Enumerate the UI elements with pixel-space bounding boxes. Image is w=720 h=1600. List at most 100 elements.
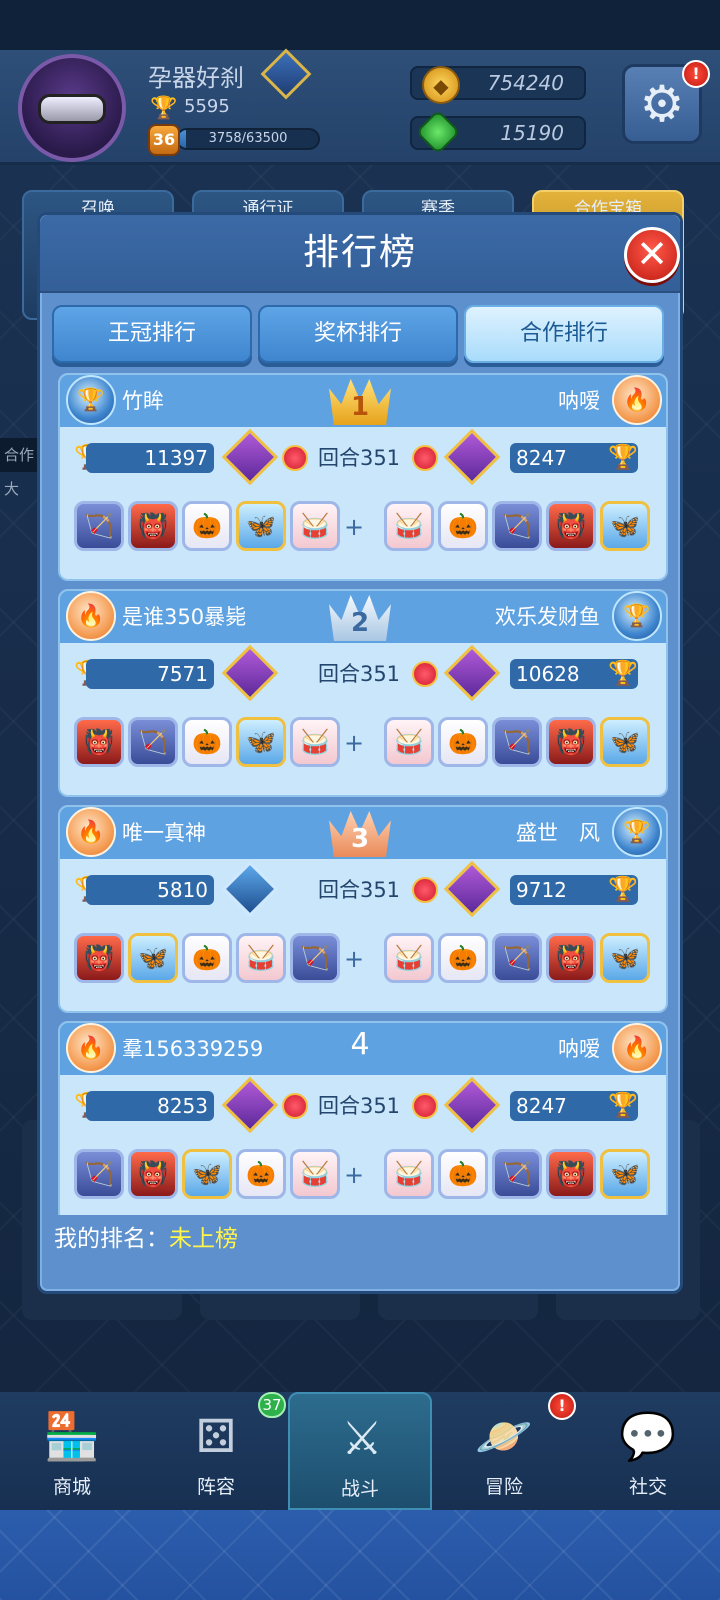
dice-icon: ⚄ (196, 1409, 236, 1463)
left-trophy-count: 11397 (86, 443, 214, 473)
drum-card-icon[interactable]: 🥁 (384, 933, 434, 983)
ranking-entry[interactable]: 🔥是谁350暴毙🏆欢乐发财鱼2🏆7571回合35110628🏆👹🏹🎃🦋🥁+🥁🎃🏹… (58, 589, 668, 797)
level-badge: 36 (148, 124, 180, 156)
ranking-list[interactable]: 🏆竹眸🔥呐嗳1🏆11397回合3518247🏆🏹👹🎃🦋🥁+🥁🎃🏹👹🦋🔥是谁350… (58, 373, 668, 1215)
rank-number: 2 (350, 608, 370, 638)
ranking-entry[interactable]: 🔥羣156339259🔥呐嗳4🏆8253回合3518247🏆🏹👹🦋🎃🥁+🥁🎃🏹👹… (58, 1021, 668, 1215)
archer-card-icon[interactable]: 🏹 (492, 717, 542, 767)
pumpkin-card-icon[interactable]: 🎃 (438, 933, 488, 983)
butterfly-card-icon[interactable]: 🦋 (236, 717, 286, 767)
heart-icon (412, 1093, 438, 1119)
nav-label: 社交 (628, 1476, 667, 1498)
pumpkin-card-icon[interactable]: 🎃 (236, 1149, 286, 1199)
butterfly-card-icon[interactable]: 🦋 (182, 1149, 232, 1199)
tab-coop-ranking[interactable]: 合作排行 (464, 305, 664, 363)
player-right-name: 盛世 风 (516, 821, 600, 845)
player-left-name: 竹眸 (122, 389, 164, 413)
blue-trophy-avatar[interactable]: 🏆 (612, 807, 662, 857)
pumpkin-card-icon[interactable]: 🎃 (438, 1149, 488, 1199)
drum-card-icon[interactable]: 🥁 (236, 933, 286, 983)
orange-flame-avatar[interactable]: 🔥 (612, 1023, 662, 1073)
ranking-entry[interactable]: 🏆竹眸🔥呐嗳1🏆11397回合3518247🏆🏹👹🎃🦋🥁+🥁🎃🏹👹🦋 (58, 373, 668, 581)
trophy-count: 5595 (184, 96, 230, 117)
bg-banner: 合作大 (0, 438, 42, 498)
drum-card-icon[interactable]: 🥁 (384, 1149, 434, 1199)
demon-card-icon[interactable]: 👹 (546, 933, 596, 983)
nav-label: 战斗 (340, 1478, 379, 1500)
archer-card-icon[interactable]: 🏹 (74, 1149, 124, 1199)
drum-card-icon[interactable]: 🥁 (290, 501, 340, 551)
close-icon: ✕ (636, 232, 668, 276)
rank-emblem-icon (221, 644, 279, 702)
blue-trophy-avatar[interactable]: 🏆 (612, 591, 662, 641)
rank-emblem-icon (221, 1076, 279, 1134)
demon-card-icon[interactable]: 👹 (74, 933, 124, 983)
nav-social[interactable]: 💬 社交 (576, 1392, 720, 1510)
player-name: 孕器好刹 (148, 64, 244, 92)
orange-flame-avatar[interactable]: 🔥 (66, 591, 116, 641)
tab-crown-ranking[interactable]: 王冠排行 (52, 305, 252, 363)
pumpkin-card-icon[interactable]: 🎃 (438, 717, 488, 767)
gold-coin-icon: ◆ (422, 66, 460, 104)
orange-flame-avatar[interactable]: 🔥 (66, 1023, 116, 1073)
nav-label: 冒险 (484, 1476, 523, 1498)
rounds-label: 回合351 (317, 662, 401, 686)
plus-sign: + (344, 1161, 365, 1189)
demon-card-icon[interactable]: 👹 (128, 501, 178, 551)
nav-label: 阵容 (196, 1476, 235, 1498)
gold-value: 754240 (487, 71, 564, 95)
butterfly-card-icon[interactable]: 🦋 (600, 501, 650, 551)
orange-flame-avatar[interactable]: 🔥 (66, 807, 116, 857)
archer-card-icon[interactable]: 🏹 (492, 501, 542, 551)
trophy-icon: 🏆 (150, 96, 178, 121)
orange-flame-avatar[interactable]: 🔥 (612, 375, 662, 425)
player-left-name: 唯一真神 (122, 821, 206, 845)
nav-battle[interactable]: ⚔ 战斗 (288, 1392, 432, 1510)
close-button[interactable]: ✕ (624, 227, 680, 283)
archer-card-icon[interactable]: 🏹 (74, 501, 124, 551)
butterfly-card-icon[interactable]: 🦋 (600, 717, 650, 767)
player-right-name: 呐嗳 (558, 389, 600, 413)
leaderboard-modal: 排行榜 ✕ 王冠排行 奖杯排行 合作排行 🏆竹眸🔥呐嗳1🏆11397回合3518… (37, 212, 683, 1294)
gear-icon: ⚙ (639, 75, 685, 133)
nav-shop[interactable]: 🏪 商城 (0, 1392, 144, 1510)
rank-emblem-icon (221, 860, 279, 918)
footer-decoration (0, 1510, 720, 1600)
plus-sign: + (344, 945, 365, 973)
tab-trophy-ranking[interactable]: 奖杯排行 (258, 305, 458, 363)
my-rank: 我的排名：未上榜 (54, 1219, 238, 1253)
rank-crown-icon: 3 (325, 805, 395, 861)
demon-card-icon[interactable]: 👹 (546, 1149, 596, 1199)
demon-card-icon[interactable]: 👹 (546, 717, 596, 767)
archer-card-icon[interactable]: 🏹 (128, 717, 178, 767)
rank-number: 4 (350, 1027, 370, 1062)
drum-card-icon[interactable]: 🥁 (384, 717, 434, 767)
butterfly-card-icon[interactable]: 🦋 (236, 501, 286, 551)
pumpkin-card-icon[interactable]: 🎃 (182, 501, 232, 551)
rank-crown-icon: 1 (325, 373, 395, 429)
lineup-count-badge: 37 (258, 1392, 286, 1418)
demon-card-icon[interactable]: 👹 (128, 1149, 178, 1199)
archer-card-icon[interactable]: 🏹 (492, 1149, 542, 1199)
archer-card-icon[interactable]: 🏹 (290, 933, 340, 983)
butterfly-card-icon[interactable]: 🦋 (128, 933, 178, 983)
archer-card-icon[interactable]: 🏹 (492, 933, 542, 983)
pumpkin-card-icon[interactable]: 🎃 (182, 933, 232, 983)
pumpkin-card-icon[interactable]: 🎃 (182, 717, 232, 767)
butterfly-card-icon[interactable]: 🦋 (600, 933, 650, 983)
demon-card-icon[interactable]: 👹 (546, 501, 596, 551)
butterfly-card-icon[interactable]: 🦋 (600, 1149, 650, 1199)
trophy-icon: 🏆 (608, 875, 638, 903)
drum-card-icon[interactable]: 🥁 (290, 1149, 340, 1199)
ranking-entry[interactable]: 🔥唯一真神🏆盛世 风3🏆5810回合3519712🏆👹🦋🎃🥁🏹+🥁🎃🏹👹🦋 (58, 805, 668, 1013)
demon-card-icon[interactable]: 👹 (74, 717, 124, 767)
player-avatar[interactable] (18, 54, 126, 162)
pumpkin-card-icon[interactable]: 🎃 (438, 501, 488, 551)
modal-title: 排行榜 (40, 215, 680, 293)
drum-card-icon[interactable]: 🥁 (290, 717, 340, 767)
drum-card-icon[interactable]: 🥁 (384, 501, 434, 551)
blue-trophy-avatar[interactable]: 🏆 (66, 375, 116, 425)
xp-bar: 3758/63500 (176, 128, 320, 150)
adventure-alert-badge: ! (548, 1392, 576, 1420)
rank-emblem-icon (443, 428, 501, 486)
